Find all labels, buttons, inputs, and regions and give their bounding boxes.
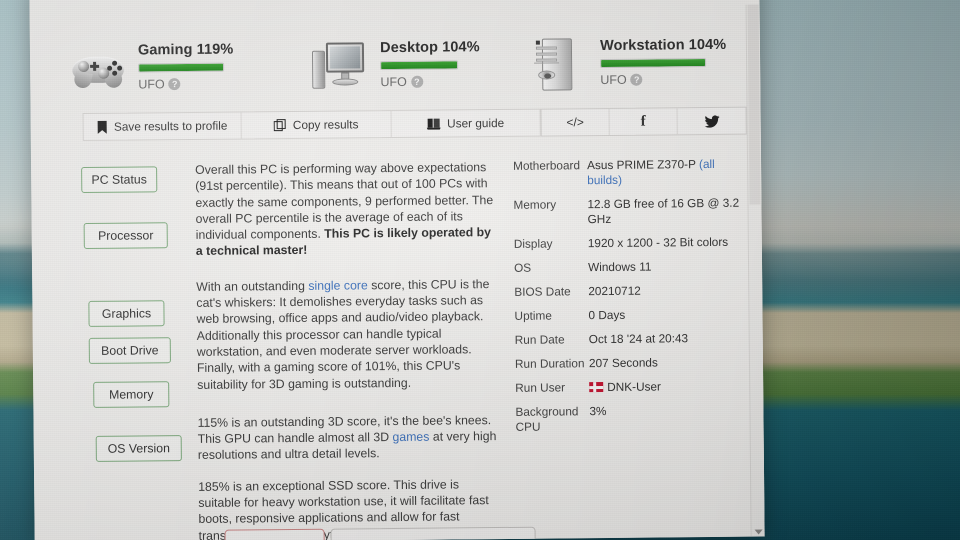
user-guide-label: User guide [447, 115, 505, 131]
copy-results-button[interactable]: Copy results [241, 111, 392, 139]
spec-key-run-date: Run Date [514, 332, 565, 347]
spec-row-run-user: Run User DNK-User [515, 379, 747, 396]
spec-key-display: Display [513, 236, 553, 251]
score-sub-label-gaming: UFO [138, 77, 165, 92]
motherboard-model: Asus PRIME Z370-P [587, 157, 700, 173]
action-buttons-group: Save results to profile Copy results Use… [82, 108, 541, 142]
spec-value-uptime: 0 Days [588, 307, 626, 323]
nav-button-boot-drive[interactable]: Boot Drive [88, 337, 171, 364]
spec-row-motherboard: Motherboard Asus PRIME Z370-P (all build… [513, 157, 745, 189]
score-bar-workstation [600, 58, 707, 69]
processor-text-a: With an outstanding [196, 278, 309, 294]
score-bar-desktop [380, 60, 459, 71]
copy-results-label: Copy results [292, 117, 359, 132]
spec-value-background-cpu: 3% [589, 403, 607, 419]
score-sub-label-desktop: UFO [380, 74, 407, 90]
results-body: PC Status Processor Graphics Boot Drive … [31, 135, 765, 540]
spec-value-motherboard: Asus PRIME Z370-P (all builds) [587, 157, 745, 189]
paragraph-pc-status: Overall this PC is performing way above … [195, 159, 500, 260]
games-link[interactable]: games [392, 430, 429, 444]
spec-row-os: OS Windows 11 [514, 259, 746, 276]
run-user-name: DNK-User [607, 379, 662, 394]
spec-key-run-user: Run User [515, 380, 566, 395]
score-label-gaming: Gaming 119% [137, 41, 234, 59]
score-sub-desktop: UFO ? [380, 74, 522, 89]
bottom-button-fragment-2[interactable] [330, 526, 536, 540]
nav-button-memory[interactable]: Memory [93, 381, 170, 408]
score-summary-strip: Gaming 119% UFO ? Desktop 104% UFO ? Wor… [29, 0, 760, 110]
analysis-paragraphs: Overall this PC is performing way above … [185, 159, 518, 540]
workstation-tower-icon [532, 36, 589, 93]
scrollbar-thumb[interactable] [747, 4, 761, 205]
spec-key-background-cpu: Background CPU [515, 404, 579, 434]
score-label-workstation: Workstation 104% [599, 36, 727, 55]
spec-row-memory: Memory 12.8 GB free of 16 GB @ 3.2 GHz [513, 196, 745, 228]
book-icon [427, 118, 442, 130]
spec-key-motherboard: Motherboard [513, 158, 581, 173]
copy-icon [273, 118, 286, 131]
spec-row-display: Display 1920 x 1200 - 32 Bit colors [514, 235, 746, 252]
spec-value-bios-date: 20210712 [588, 283, 641, 299]
scrollbar-down-arrow[interactable] [754, 529, 763, 535]
spec-row-uptime: Uptime 0 Days [514, 307, 746, 324]
spec-key-os: OS [513, 260, 532, 275]
score-sub-workstation: UFO ? [600, 72, 742, 87]
desktop-pc-icon [312, 38, 369, 95]
share-buttons-group: </> f [540, 106, 747, 137]
spec-value-memory: 12.8 GB free of 16 GB @ 3.2 GHz [587, 195, 740, 227]
nav-button-graphics[interactable]: Graphics [88, 300, 165, 327]
code-embed-icon: </> [566, 115, 584, 130]
bottom-button-fragment-1[interactable] [224, 528, 325, 540]
processor-text-b: score, this CPU is the cat's whiskers: I… [196, 276, 490, 392]
section-nav: PC Status Processor Graphics Boot Drive … [75, 162, 190, 540]
spec-value-run-duration: 207 Seconds [588, 355, 658, 371]
spec-key-run-duration: Run Duration [514, 356, 585, 371]
nav-button-processor[interactable]: Processor [83, 222, 168, 250]
spec-value-os: Windows 11 [587, 259, 652, 275]
save-results-label: Save results to profile [113, 118, 228, 134]
paragraph-graphics: 115% is an outstanding 3D score, it's th… [197, 412, 501, 464]
browser-window: Gaming 119% UFO ? Desktop 104% UFO ? Wor… [29, 0, 765, 540]
spec-row-background-cpu: Background CPU 3% [515, 403, 747, 435]
spec-value-display: 1920 x 1200 - 32 Bit colors [587, 234, 729, 251]
twitter-share-button[interactable] [678, 108, 746, 135]
system-specs-table: Motherboard Asus PRIME Z370-P (all build… [513, 157, 750, 540]
spec-row-bios-date: BIOS Date 20210712 [514, 283, 746, 300]
help-icon[interactable]: ? [630, 73, 643, 86]
help-icon[interactable]: ? [410, 75, 423, 88]
score-sub-label-workstation: UFO [600, 72, 627, 88]
help-icon[interactable]: ? [168, 78, 181, 91]
score-card-desktop: Desktop 104% UFO ? [312, 37, 522, 95]
single-core-link[interactable]: single core [308, 278, 368, 293]
bookmark-icon [97, 120, 108, 134]
score-sub-gaming: UFO ? [138, 76, 302, 92]
spec-key-uptime: Uptime [514, 308, 552, 323]
twitter-icon [704, 114, 720, 128]
spec-key-memory: Memory [513, 197, 557, 212]
gamepad-icon [70, 41, 127, 98]
embed-code-button[interactable]: </> [541, 108, 610, 136]
user-guide-button[interactable]: User guide [392, 110, 540, 137]
facebook-share-button[interactable]: f [609, 108, 678, 135]
nav-button-os-version[interactable]: OS Version [95, 435, 182, 462]
score-card-workstation: Workstation 104% UFO ? [532, 35, 742, 93]
spec-key-bios-date: BIOS Date [514, 284, 571, 299]
spec-value-run-date: Oct 18 '24 at 20:43 [588, 331, 689, 347]
nav-button-pc-status[interactable]: PC Status [81, 166, 158, 194]
spec-value-run-user: DNK-User [589, 379, 747, 396]
save-results-button[interactable]: Save results to profile [83, 112, 242, 141]
paragraph-processor: With an outstanding single core score, t… [196, 276, 501, 393]
facebook-icon: f [640, 113, 646, 130]
spec-row-run-duration: Run Duration 207 Seconds [515, 355, 747, 372]
score-label-desktop: Desktop 104% [380, 39, 480, 57]
score-bar-gaming [138, 62, 225, 73]
userbenchmark-results-page: Gaming 119% UFO ? Desktop 104% UFO ? Wor… [29, 0, 765, 540]
spec-row-run-date: Run Date Oct 18 '24 at 20:43 [515, 331, 747, 348]
score-card-gaming: Gaming 119% UFO ? [70, 39, 303, 97]
denmark-flag-icon [589, 382, 604, 393]
